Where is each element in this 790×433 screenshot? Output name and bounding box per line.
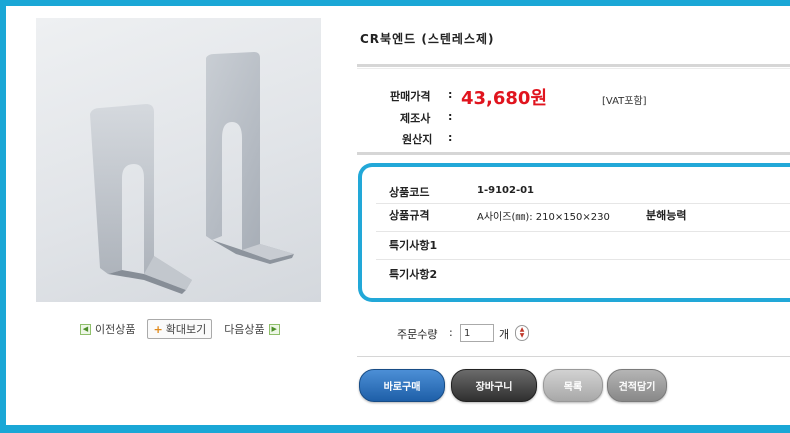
- add-to-cart-button[interactable]: 장바구니: [451, 369, 537, 402]
- plus-icon: +: [153, 322, 163, 336]
- price-label: 판매가격: [390, 90, 431, 103]
- add-quote-button[interactable]: 견적담기: [607, 369, 667, 402]
- product-image[interactable]: [36, 18, 321, 302]
- quantity-label: 주문수량: [397, 328, 438, 341]
- divider: [357, 356, 790, 357]
- spec-code-value: 1-9102-01: [477, 185, 535, 196]
- next-product-label: 다음상품: [224, 323, 265, 336]
- next-product-link[interactable]: 다음상품 ▶: [224, 321, 280, 337]
- bookend-illustration: [90, 52, 294, 294]
- frame-top-border: [0, 0, 790, 6]
- frame-left-border: [0, 0, 6, 433]
- spec-divider: [376, 259, 790, 260]
- prev-product-link[interactable]: ◀ 이전상품: [80, 321, 135, 337]
- frame-bottom-border: [0, 425, 790, 433]
- quantity-colon: :: [449, 326, 453, 339]
- spec-size-value: A사이즈(㎜): 210×150×230: [477, 212, 610, 223]
- spec-divider: [376, 203, 790, 204]
- price-value: 43,680원: [461, 88, 548, 109]
- spec-note2-label: 특기사항2: [389, 268, 438, 281]
- maker-colon: :: [448, 110, 453, 123]
- divider: [357, 64, 790, 67]
- divider: [357, 152, 790, 155]
- arrow-right-icon: ▶: [268, 323, 280, 335]
- prev-product-label: 이전상품: [95, 323, 136, 336]
- arrow-left-icon: ◀: [80, 323, 91, 335]
- origin-colon: :: [448, 131, 453, 144]
- quantity-unit: 개: [499, 328, 510, 341]
- quantity-stepper[interactable]: ▲ ▼: [515, 325, 529, 341]
- zoom-button[interactable]: + 확대보기: [147, 319, 213, 339]
- product-nav: ◀ 이전상품 + 확대보기 다음상품 ▶: [80, 319, 280, 339]
- zoom-label: 확대보기: [165, 323, 207, 336]
- vat-note: [VAT포함]: [602, 96, 647, 107]
- origin-label: 원산지: [402, 133, 433, 146]
- spec-note1-label: 특기사항1: [389, 239, 438, 252]
- quantity-input[interactable]: [460, 324, 494, 342]
- list-button[interactable]: 목록: [543, 369, 603, 402]
- maker-label: 제조사: [400, 112, 431, 125]
- spec-code-label: 상품코드: [389, 186, 430, 199]
- divider: [357, 68, 790, 69]
- product-title: CR북엔드 (스텐레스제): [360, 32, 495, 46]
- stepper-down-icon[interactable]: ▼: [520, 333, 525, 339]
- spec-size-extra: 분해능력: [646, 209, 687, 222]
- spec-divider: [376, 231, 790, 232]
- price-colon: :: [448, 88, 453, 101]
- spec-panel: 상품코드 1-9102-01 상품규격 A사이즈(㎜): 210×150×230…: [358, 163, 790, 302]
- buy-now-button[interactable]: 바로구매: [359, 369, 445, 402]
- spec-size-label: 상품규격: [389, 209, 430, 222]
